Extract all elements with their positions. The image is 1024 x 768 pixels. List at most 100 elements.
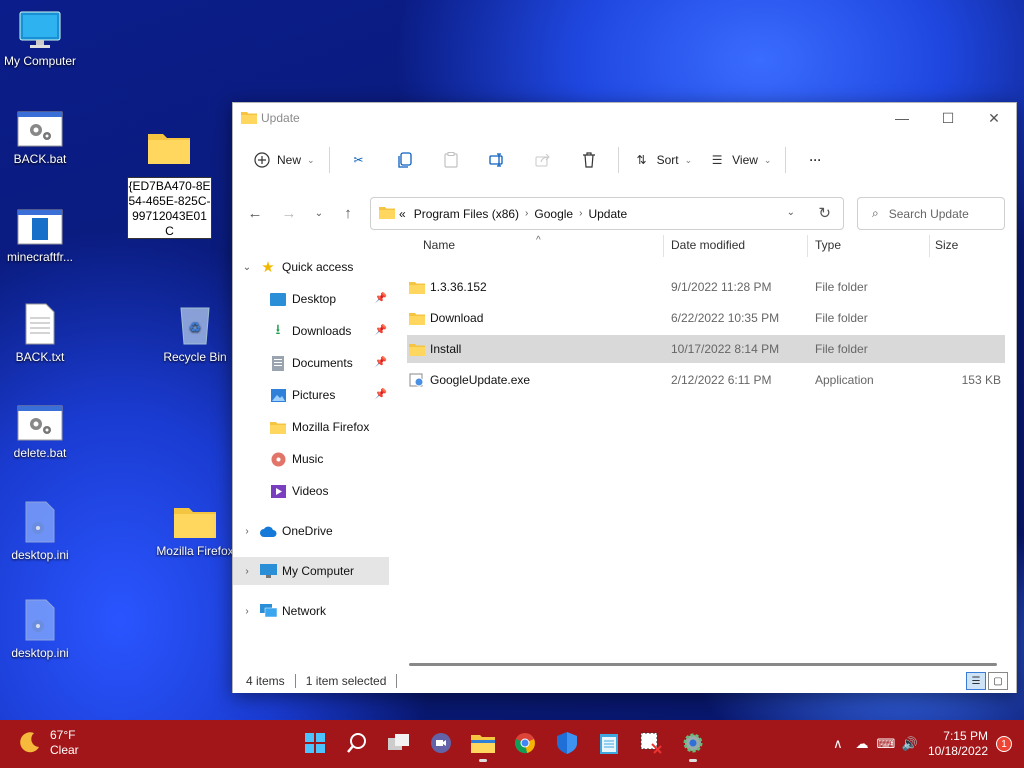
refresh-icon[interactable]: ↻ xyxy=(818,204,831,222)
details-view-icon: ☰ xyxy=(971,675,981,687)
file-size xyxy=(927,273,1001,301)
delete-button[interactable] xyxy=(566,145,612,175)
sidebar-item-documents[interactable]: Documents 📌 xyxy=(233,349,389,377)
notepad-icon xyxy=(600,732,618,757)
maximize-button[interactable]: ☐ xyxy=(925,103,971,133)
sidebar-item-videos[interactable]: Videos xyxy=(233,477,389,505)
table-row[interactable]: GoogleUpdate.exe 2/12/2022 6:11 PM Appli… xyxy=(407,366,1005,394)
sidebar-item-network[interactable]: › Network xyxy=(233,597,389,625)
teams-chat-button[interactable] xyxy=(422,726,460,762)
weather-widget[interactable]: 67°F Clear xyxy=(18,728,79,758)
desktop-icon-mozilla-firefox[interactable]: Mozilla Firefox xyxy=(155,502,235,559)
chevron-down-icon: ⌄ xyxy=(242,261,252,273)
snipping-tool-button[interactable] xyxy=(632,726,670,762)
cut-button[interactable]: ✂ xyxy=(336,145,382,175)
more-options-button[interactable]: ··· xyxy=(792,145,838,175)
task-view-button[interactable] xyxy=(380,726,418,762)
desktop-icon-desktop-ini-1[interactable]: desktop.ini xyxy=(0,500,80,563)
desktop-icon-recycle-bin[interactable]: ♻ Recycle Bin xyxy=(155,302,235,365)
up-button[interactable]: ↑ xyxy=(334,199,362,227)
sort-button[interactable]: ⇅ Sort ⌄ xyxy=(625,145,701,175)
desktop-icon-delete-bat[interactable]: delete.bat xyxy=(0,404,80,461)
back-button[interactable]: ← xyxy=(241,199,269,227)
tiles-view-button[interactable]: ▢ xyxy=(988,672,1008,690)
recycle-bin-icon: ♻ xyxy=(180,307,210,345)
chevron-down-icon: ⌄ xyxy=(314,207,324,219)
view-button[interactable]: ☰ View ⌄ xyxy=(700,145,779,175)
sidebar-label: Network xyxy=(282,604,327,618)
address-dropdown-icon[interactable]: ⌄ xyxy=(787,207,795,218)
column-divider[interactable] xyxy=(929,235,930,257)
sidebar-item-onedrive[interactable]: › OneDrive xyxy=(233,517,389,545)
minimize-button[interactable]: — xyxy=(879,103,925,133)
table-row-selected[interactable]: Install 10/17/2022 8:14 PM File folder xyxy=(407,335,1005,363)
column-divider[interactable] xyxy=(807,235,808,257)
desktop-icon-desktop-ini-2[interactable]: desktop.ini xyxy=(0,598,80,661)
taskbar: 67°F Clear ∧ ☁ ⌨ 🔊 7:15 PM 10/18/2022 1 xyxy=(0,720,1024,768)
sidebar-item-quick-access[interactable]: ⌄ ★ Quick access xyxy=(233,253,389,281)
rename-textbox[interactable]: {ED7BA470-8E54-465E-825C-99712043E01C xyxy=(127,177,212,239)
breadcrumb-google[interactable]: Google xyxy=(534,207,573,221)
column-header-date[interactable]: Date modified xyxy=(671,231,807,259)
sidebar-item-my-computer[interactable]: › My Computer xyxy=(233,557,389,585)
forward-button[interactable]: → xyxy=(275,199,303,227)
notepad-button[interactable] xyxy=(590,726,628,762)
sidebar-item-desktop[interactable]: Desktop 📌 xyxy=(233,285,389,313)
security-button[interactable] xyxy=(548,726,586,762)
desktop-folder-renaming[interactable] xyxy=(129,128,209,166)
chevron-right-icon: › xyxy=(579,208,583,219)
notification-badge[interactable]: 1 xyxy=(996,736,1012,752)
taskbar-search-button[interactable] xyxy=(338,726,376,762)
column-header-name[interactable]: Name xyxy=(423,231,663,259)
chevron-down-icon: ⌄ xyxy=(684,154,693,165)
desktop-icon-label: BACK.bat xyxy=(13,152,67,166)
onedrive-offline-icon[interactable]: ☁ xyxy=(850,736,874,752)
search-input[interactable]: ⌕ Search Update xyxy=(857,197,1005,230)
new-button[interactable]: New ⌄ xyxy=(245,145,323,175)
desktop-icon-my-computer[interactable]: My Computer xyxy=(0,10,80,69)
breadcrumb-program-files[interactable]: Program Files (x86) xyxy=(414,207,519,221)
sidebar-item-mozilla-firefox[interactable]: Mozilla Firefox xyxy=(233,413,389,441)
sidebar-label: Quick access xyxy=(282,260,354,274)
desktop-icon xyxy=(269,290,287,308)
column-header-size[interactable]: Size xyxy=(935,231,995,259)
close-button[interactable]: ✕ xyxy=(971,103,1017,133)
sidebar-item-downloads[interactable]: ⭳ Downloads 📌 xyxy=(233,317,389,345)
column-divider[interactable] xyxy=(663,235,664,257)
table-row[interactable]: Download 6/22/2022 10:35 PM File folder xyxy=(407,304,1005,332)
start-button[interactable] xyxy=(296,726,334,762)
sidebar-item-pictures[interactable]: Pictures 📌 xyxy=(233,381,389,409)
svg-text:♻: ♻ xyxy=(189,319,202,335)
paste-button[interactable] xyxy=(428,145,474,175)
copy-button[interactable] xyxy=(382,145,428,175)
title-bar[interactable]: Update — ☐ ✕ xyxy=(233,103,1016,133)
rename-button[interactable] xyxy=(474,145,520,175)
file-name-cell: 1.3.36.152 xyxy=(409,273,487,301)
desktop-icon-back-bat[interactable]: BACK.bat xyxy=(0,110,80,167)
column-header-type[interactable]: Type xyxy=(815,231,925,259)
monitor-icon xyxy=(19,11,61,48)
chrome-button[interactable] xyxy=(506,726,544,762)
recent-locations-button[interactable]: ⌄ xyxy=(305,199,333,227)
file-explorer-taskbar-button[interactable] xyxy=(464,726,502,762)
address-bar[interactable]: « Program Files (x86) › Google › Update … xyxy=(370,197,844,230)
file-date: 9/1/2022 11:28 PM xyxy=(671,280,772,294)
show-hidden-icons-button[interactable]: ∧ xyxy=(826,736,850,752)
volume-icon[interactable]: 🔊 xyxy=(898,736,922,752)
clock[interactable]: 7:15 PM 10/18/2022 xyxy=(928,729,988,759)
breadcrumb-update[interactable]: Update xyxy=(588,207,627,221)
details-view-button[interactable]: ☰ xyxy=(966,672,986,690)
desktop-icon-back-txt[interactable]: BACK.txt xyxy=(0,302,80,365)
network-icon[interactable]: ⌨ xyxy=(874,736,898,752)
share-button[interactable] xyxy=(520,145,566,175)
sidebar-item-music[interactable]: Music xyxy=(233,445,389,473)
settings-button[interactable] xyxy=(674,726,712,762)
table-row[interactable]: 1.3.36.152 9/1/2022 11:28 PM File folder xyxy=(407,273,1005,301)
desktop-icon-minecraft[interactable]: minecraftfr... xyxy=(0,208,80,265)
breadcrumb-overflow[interactable]: « xyxy=(399,207,406,221)
file-name-cell: GoogleUpdate.exe xyxy=(409,366,530,394)
chevron-right-icon: › xyxy=(245,525,249,537)
column-header-label: Type xyxy=(815,238,842,252)
sidebar-label: My Computer xyxy=(282,564,355,578)
horizontal-scrollbar[interactable] xyxy=(409,663,997,666)
